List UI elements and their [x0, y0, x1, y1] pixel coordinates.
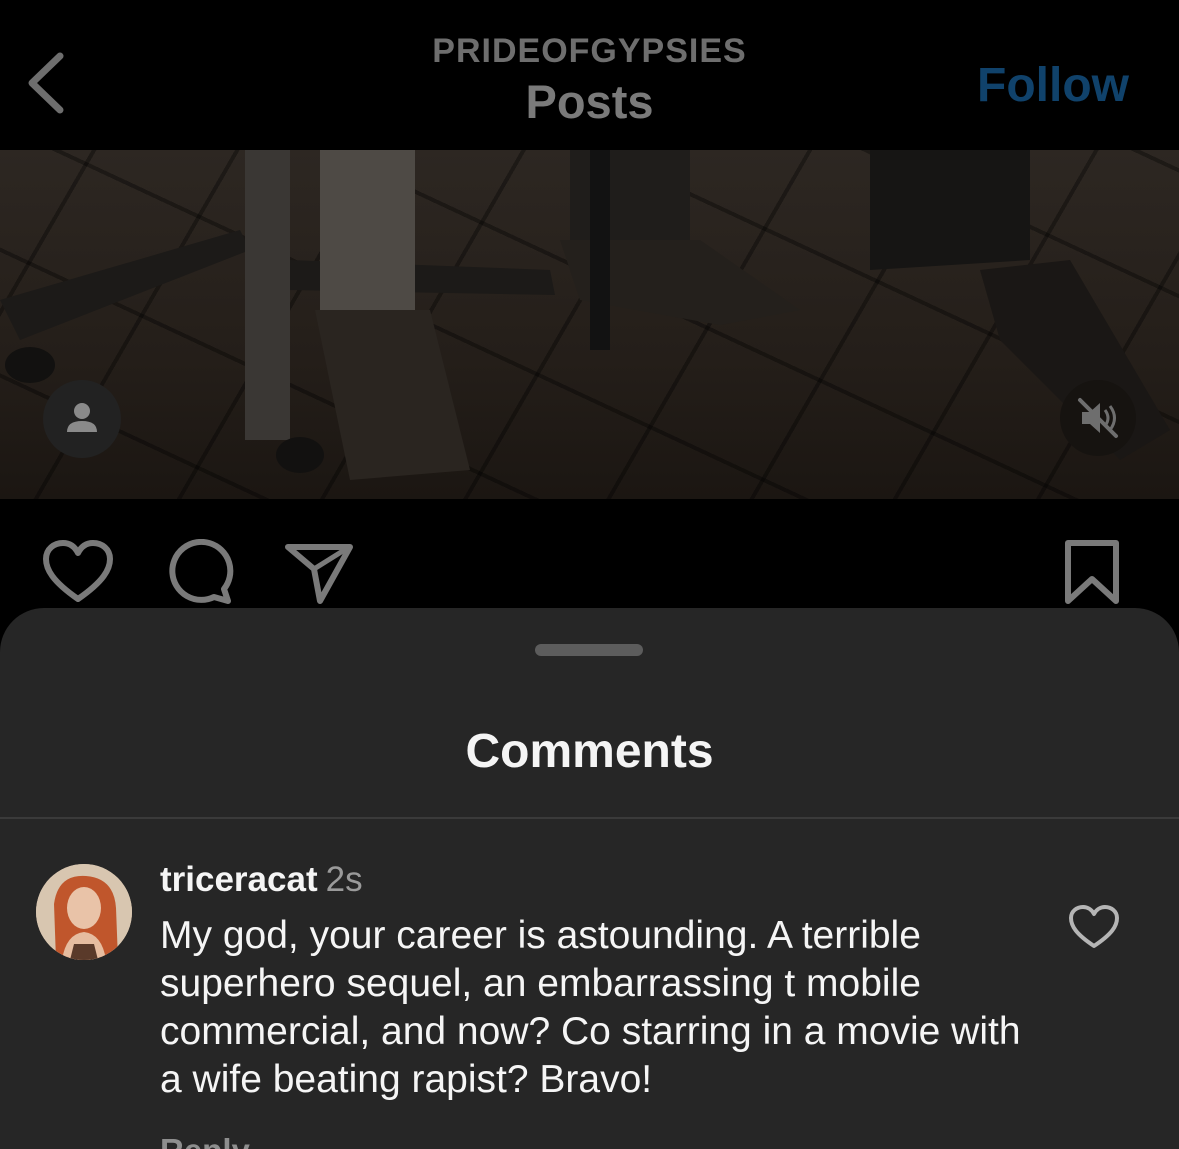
share-button[interactable] — [284, 539, 354, 610]
comment-text: My god, your career is astounding. A ter… — [160, 914, 1021, 1101]
save-button[interactable] — [1062, 539, 1122, 610]
comment-time: 2s — [325, 860, 363, 899]
comments-title: Comments — [465, 725, 714, 778]
comment-like-button[interactable] — [1068, 904, 1120, 955]
sheet-grabber[interactable] — [535, 644, 643, 656]
heart-icon — [43, 540, 113, 602]
heart-icon — [1069, 905, 1119, 948]
person-icon — [67, 403, 97, 432]
comment-username[interactable]: triceracat — [160, 860, 318, 899]
comments-sheet: Comments triceracat 2s My god, your caree… — [0, 608, 1179, 1149]
avatar-photo — [36, 864, 132, 960]
post-video[interactable] — [0, 150, 1179, 499]
video-scene — [0, 150, 1170, 480]
instagram-post-screen: PRIDEOFGYPSIES Posts Follow Comments tri… — [0, 0, 1179, 1149]
avatar[interactable] — [36, 864, 132, 960]
user-tag-button[interactable] — [43, 380, 121, 458]
post-header: PRIDEOFGYPSIES Posts Follow — [0, 0, 1179, 150]
comment-bubble-icon — [169, 538, 234, 604]
follow-button[interactable]: Follow — [977, 58, 1129, 113]
paper-plane-icon — [285, 544, 353, 604]
post-actions — [0, 499, 1179, 609]
comment-button[interactable] — [164, 538, 234, 610]
comment-item: triceracat 2s My god, your career is asto… — [160, 858, 1040, 1104]
speaker-muted-icon — [1078, 398, 1118, 438]
mute-toggle-button[interactable] — [1060, 380, 1136, 456]
divider — [0, 817, 1179, 819]
like-button[interactable] — [42, 539, 114, 610]
comment-header: triceracat 2s — [160, 858, 1040, 902]
reply-button[interactable]: Reply — [160, 1132, 250, 1149]
bookmark-icon — [1065, 540, 1119, 604]
